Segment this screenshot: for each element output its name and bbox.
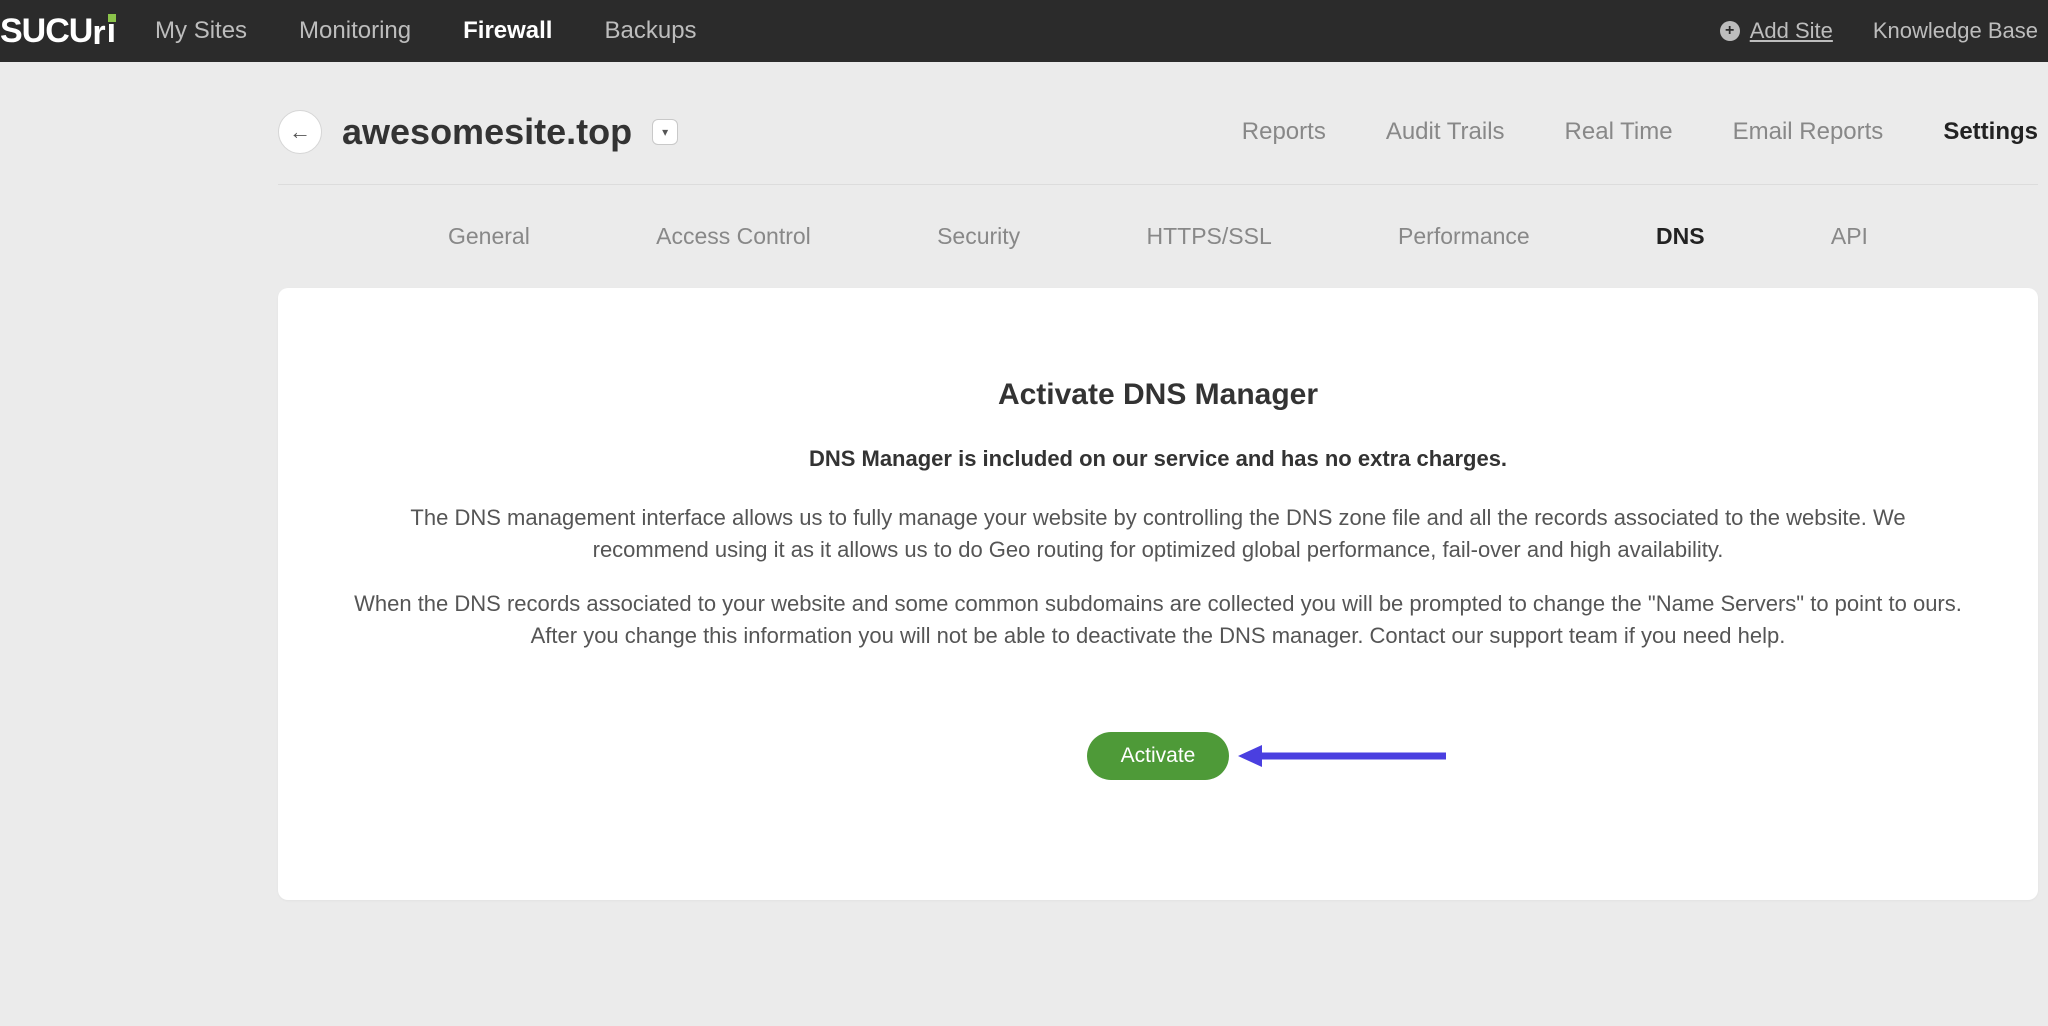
nav-backups[interactable]: Backups (604, 17, 696, 45)
nav-my-sites[interactable]: My Sites (155, 17, 247, 45)
tab-security[interactable]: Security (937, 223, 1020, 250)
activate-row: Activate (348, 732, 1968, 780)
arrow-left-icon: ← (289, 119, 311, 145)
site-header-left: ← awesomesite.top ▾ (278, 110, 678, 154)
nav-firewall[interactable]: Firewall (463, 17, 552, 45)
settings-tabs: General Access Control Security HTTPS/SS… (278, 185, 2038, 288)
tab-https-ssl[interactable]: HTTPS/SSL (1146, 223, 1271, 250)
site-header-row: ← awesomesite.top ▾ Reports Audit Trails… (278, 110, 2038, 184)
tab-access-control[interactable]: Access Control (656, 223, 811, 250)
top-bar: SUCUri My Sites Monitoring Firewall Back… (0, 0, 2048, 62)
knowledge-base-link[interactable]: Knowledge Base (1873, 18, 2038, 44)
add-site-link[interactable]: + Add Site (1720, 18, 1833, 44)
brand-logo: SUCUri (0, 12, 115, 51)
site-dropdown-button[interactable]: ▾ (652, 119, 678, 145)
card-title: Activate DNS Manager (348, 378, 1968, 412)
brand-logo-text: SUCUri (0, 12, 115, 51)
subnav-settings[interactable]: Settings (1943, 118, 2038, 146)
main-wrap: ← awesomesite.top ▾ Reports Audit Trails… (278, 62, 2038, 900)
nav-monitoring[interactable]: Monitoring (299, 17, 411, 45)
subnav-audit-trails[interactable]: Audit Trails (1386, 118, 1505, 146)
subnav-reports[interactable]: Reports (1242, 118, 1326, 146)
subnav-real-time[interactable]: Real Time (1565, 118, 1673, 146)
chevron-down-icon: ▾ (662, 125, 668, 139)
site-name: awesomesite.top (342, 111, 632, 153)
card-paragraph-1: The DNS management interface allows us t… (353, 502, 1963, 566)
tab-general[interactable]: General (448, 223, 530, 250)
card-lead: DNS Manager is included on our service a… (348, 446, 1968, 472)
tab-api[interactable]: API (1831, 223, 1868, 250)
dns-manager-card: Activate DNS Manager DNS Manager is incl… (278, 288, 2038, 900)
top-right-actions: + Add Site Knowledge Base (1720, 18, 2048, 44)
tab-performance[interactable]: Performance (1398, 223, 1530, 250)
annotation-arrow (1238, 741, 1448, 771)
tab-dns[interactable]: DNS (1656, 223, 1705, 250)
subnav-email-reports[interactable]: Email Reports (1733, 118, 1884, 146)
primary-nav: My Sites Monitoring Firewall Backups (155, 17, 1720, 45)
add-site-label: Add Site (1750, 18, 1833, 44)
section-nav: Reports Audit Trails Real Time Email Rep… (1242, 118, 2038, 146)
arrow-left-annotation-icon (1238, 741, 1448, 771)
card-paragraph-2: When the DNS records associated to your … (353, 588, 1963, 652)
activate-button[interactable]: Activate (1087, 732, 1230, 780)
back-button[interactable]: ← (278, 110, 322, 154)
plus-circle-icon: + (1720, 21, 1740, 41)
